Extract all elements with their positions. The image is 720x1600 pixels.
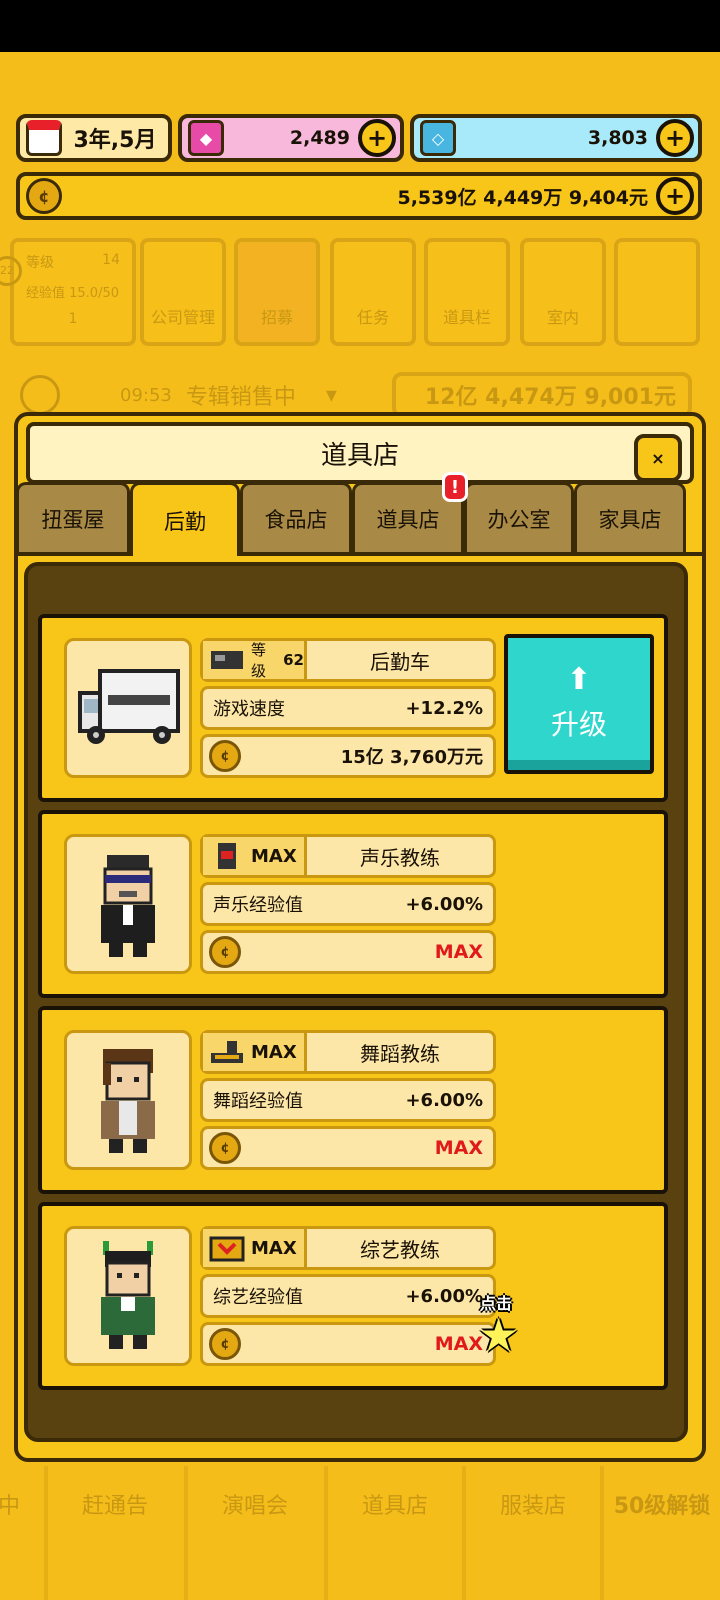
- cost-value: MAX: [434, 941, 483, 963]
- item-header: MAX 声乐教练: [200, 834, 496, 878]
- bottom-tab-4: 服装店: [462, 1466, 600, 1600]
- level-value: MAX: [251, 1041, 297, 1063]
- tab-divider: [14, 552, 706, 556]
- item-stat: 声乐经验值 +6.00%: [200, 882, 496, 926]
- level-num: 1: [68, 311, 78, 327]
- arrow-up-icon: ⬆: [566, 662, 592, 697]
- item-name: 舞蹈教练: [360, 1041, 440, 1066]
- item-cost: ¢ MAX: [200, 930, 496, 974]
- item-name: 后勤车: [370, 649, 430, 674]
- dance-coach-icon: [64, 1030, 192, 1170]
- nav-mail: [614, 238, 700, 346]
- level-box: MAX: [203, 1229, 307, 1267]
- level-box: MAX: [203, 837, 307, 875]
- nav-interior: 室内: [520, 238, 606, 346]
- coin-icon: ¢: [209, 740, 241, 772]
- item-cost: ¢ MAX: [200, 1126, 496, 1170]
- item-card-variety-coach: MAX 综艺教练 综艺经验值 +6.00% ¢ MAX: [38, 1202, 668, 1390]
- coin-icon: [20, 375, 60, 415]
- level-value: MAX: [251, 845, 297, 867]
- variety-coach-icon: [64, 1226, 192, 1366]
- item-card-dance-coach: MAX 舞蹈教练 舞蹈经验值 +6.00% ¢ MAX: [38, 1006, 668, 1194]
- nav-inventory: 道具栏: [424, 238, 510, 346]
- item-stat: 舞蹈经验值 +6.00%: [200, 1078, 496, 1122]
- close-icon: ×: [651, 448, 665, 468]
- stat-value: +12.2%: [405, 697, 483, 719]
- tab-furniture[interactable]: 家具店: [574, 482, 686, 552]
- microphone-icon: [209, 842, 245, 870]
- player-level-box: 等级 14 经验值 15.0/50 1: [10, 238, 136, 346]
- close-button[interactable]: ×: [634, 434, 682, 482]
- level-label: 等级: [26, 255, 54, 271]
- upgrade-button[interactable]: ⬆ 升级: [504, 634, 654, 774]
- tab-food[interactable]: 食品店: [240, 482, 352, 552]
- stat-name: 声乐经验值: [213, 895, 303, 916]
- item-stat: 游戏速度 +12.2%: [200, 686, 496, 730]
- stat-name: 综艺经验值: [213, 1287, 303, 1308]
- heart-mail-icon: [209, 1234, 245, 1262]
- bottom-tab-5: 50级解锁: [600, 1466, 720, 1600]
- tab-logistics[interactable]: 后勤: [130, 482, 240, 556]
- item-cost: ¢ 15亿 3,760万元: [200, 734, 496, 778]
- cost-value: MAX: [434, 1137, 483, 1159]
- dropdown-icon: ▾: [325, 382, 337, 408]
- level-box: 等级 62: [203, 641, 307, 680]
- bottom-tab-2: 演唱会: [184, 1466, 322, 1600]
- coin-icon: ¢: [209, 1328, 241, 1360]
- panel-title: 道具店 ×: [26, 422, 694, 484]
- shoe-icon: [209, 1038, 245, 1066]
- item-header: 等级 62 后勤车: [200, 638, 496, 682]
- item-name: 综艺教练: [360, 1237, 440, 1262]
- coin-icon: ¢: [209, 1132, 241, 1164]
- upgrade-label: 升级: [550, 708, 607, 741]
- item-card-van: 等级 62 后勤车 游戏速度 +12.2% ¢ 15亿 3,760万元 ⬆ 升级: [38, 614, 668, 802]
- van-icon: [64, 638, 192, 778]
- cost-value: MAX: [434, 1333, 483, 1355]
- bottom-tab-1: 赶通告: [44, 1466, 182, 1600]
- exp-label: 经验值 15.0/50: [26, 286, 119, 301]
- level-value: MAX: [251, 1237, 297, 1259]
- cost-value: 15亿 3,760万元: [340, 747, 483, 768]
- coin-icon: ¢: [209, 936, 241, 968]
- van-mini-icon: [209, 646, 245, 674]
- stat-name: 游戏速度: [213, 699, 285, 720]
- level-value: 14: [102, 252, 120, 268]
- sales-status: 专辑销售中: [185, 385, 296, 410]
- level-value: 62: [283, 651, 304, 669]
- nav-recruit: 招募: [234, 238, 320, 346]
- nav-company: 公司管理: [140, 238, 226, 346]
- item-cost: ¢ MAX: [200, 1322, 496, 1366]
- level-box: MAX: [203, 1033, 307, 1071]
- nav-tasks: 任务: [330, 238, 416, 346]
- vocal-coach-icon: [64, 834, 192, 974]
- stat-name: 舞蹈经验值: [213, 1091, 303, 1112]
- item-header: MAX 舞蹈教练: [200, 1030, 496, 1074]
- star-icon[interactable]: ★: [478, 1312, 519, 1358]
- tab-gacha[interactable]: 扭蛋屋: [16, 482, 130, 552]
- bottom-tab-3: 道具店: [324, 1466, 462, 1600]
- bottom-tab-0: 中: [0, 1494, 20, 1519]
- level-label: 等级: [251, 641, 267, 680]
- alert-badge-icon: !: [442, 472, 468, 502]
- item-name: 声乐教练: [360, 845, 440, 870]
- stat-value: +6.00%: [405, 1089, 483, 1111]
- sales-time: 09:53: [120, 384, 172, 406]
- panel-title-text: 道具店: [320, 440, 399, 471]
- tab-office[interactable]: 办公室: [464, 482, 574, 552]
- item-stat: 综艺经验值 +6.00%: [200, 1274, 496, 1318]
- stat-value: +6.00%: [405, 893, 483, 915]
- item-header: MAX 综艺教练: [200, 1226, 496, 1270]
- item-card-vocal-coach: MAX 声乐教练 声乐经验值 +6.00% ¢ MAX: [38, 810, 668, 998]
